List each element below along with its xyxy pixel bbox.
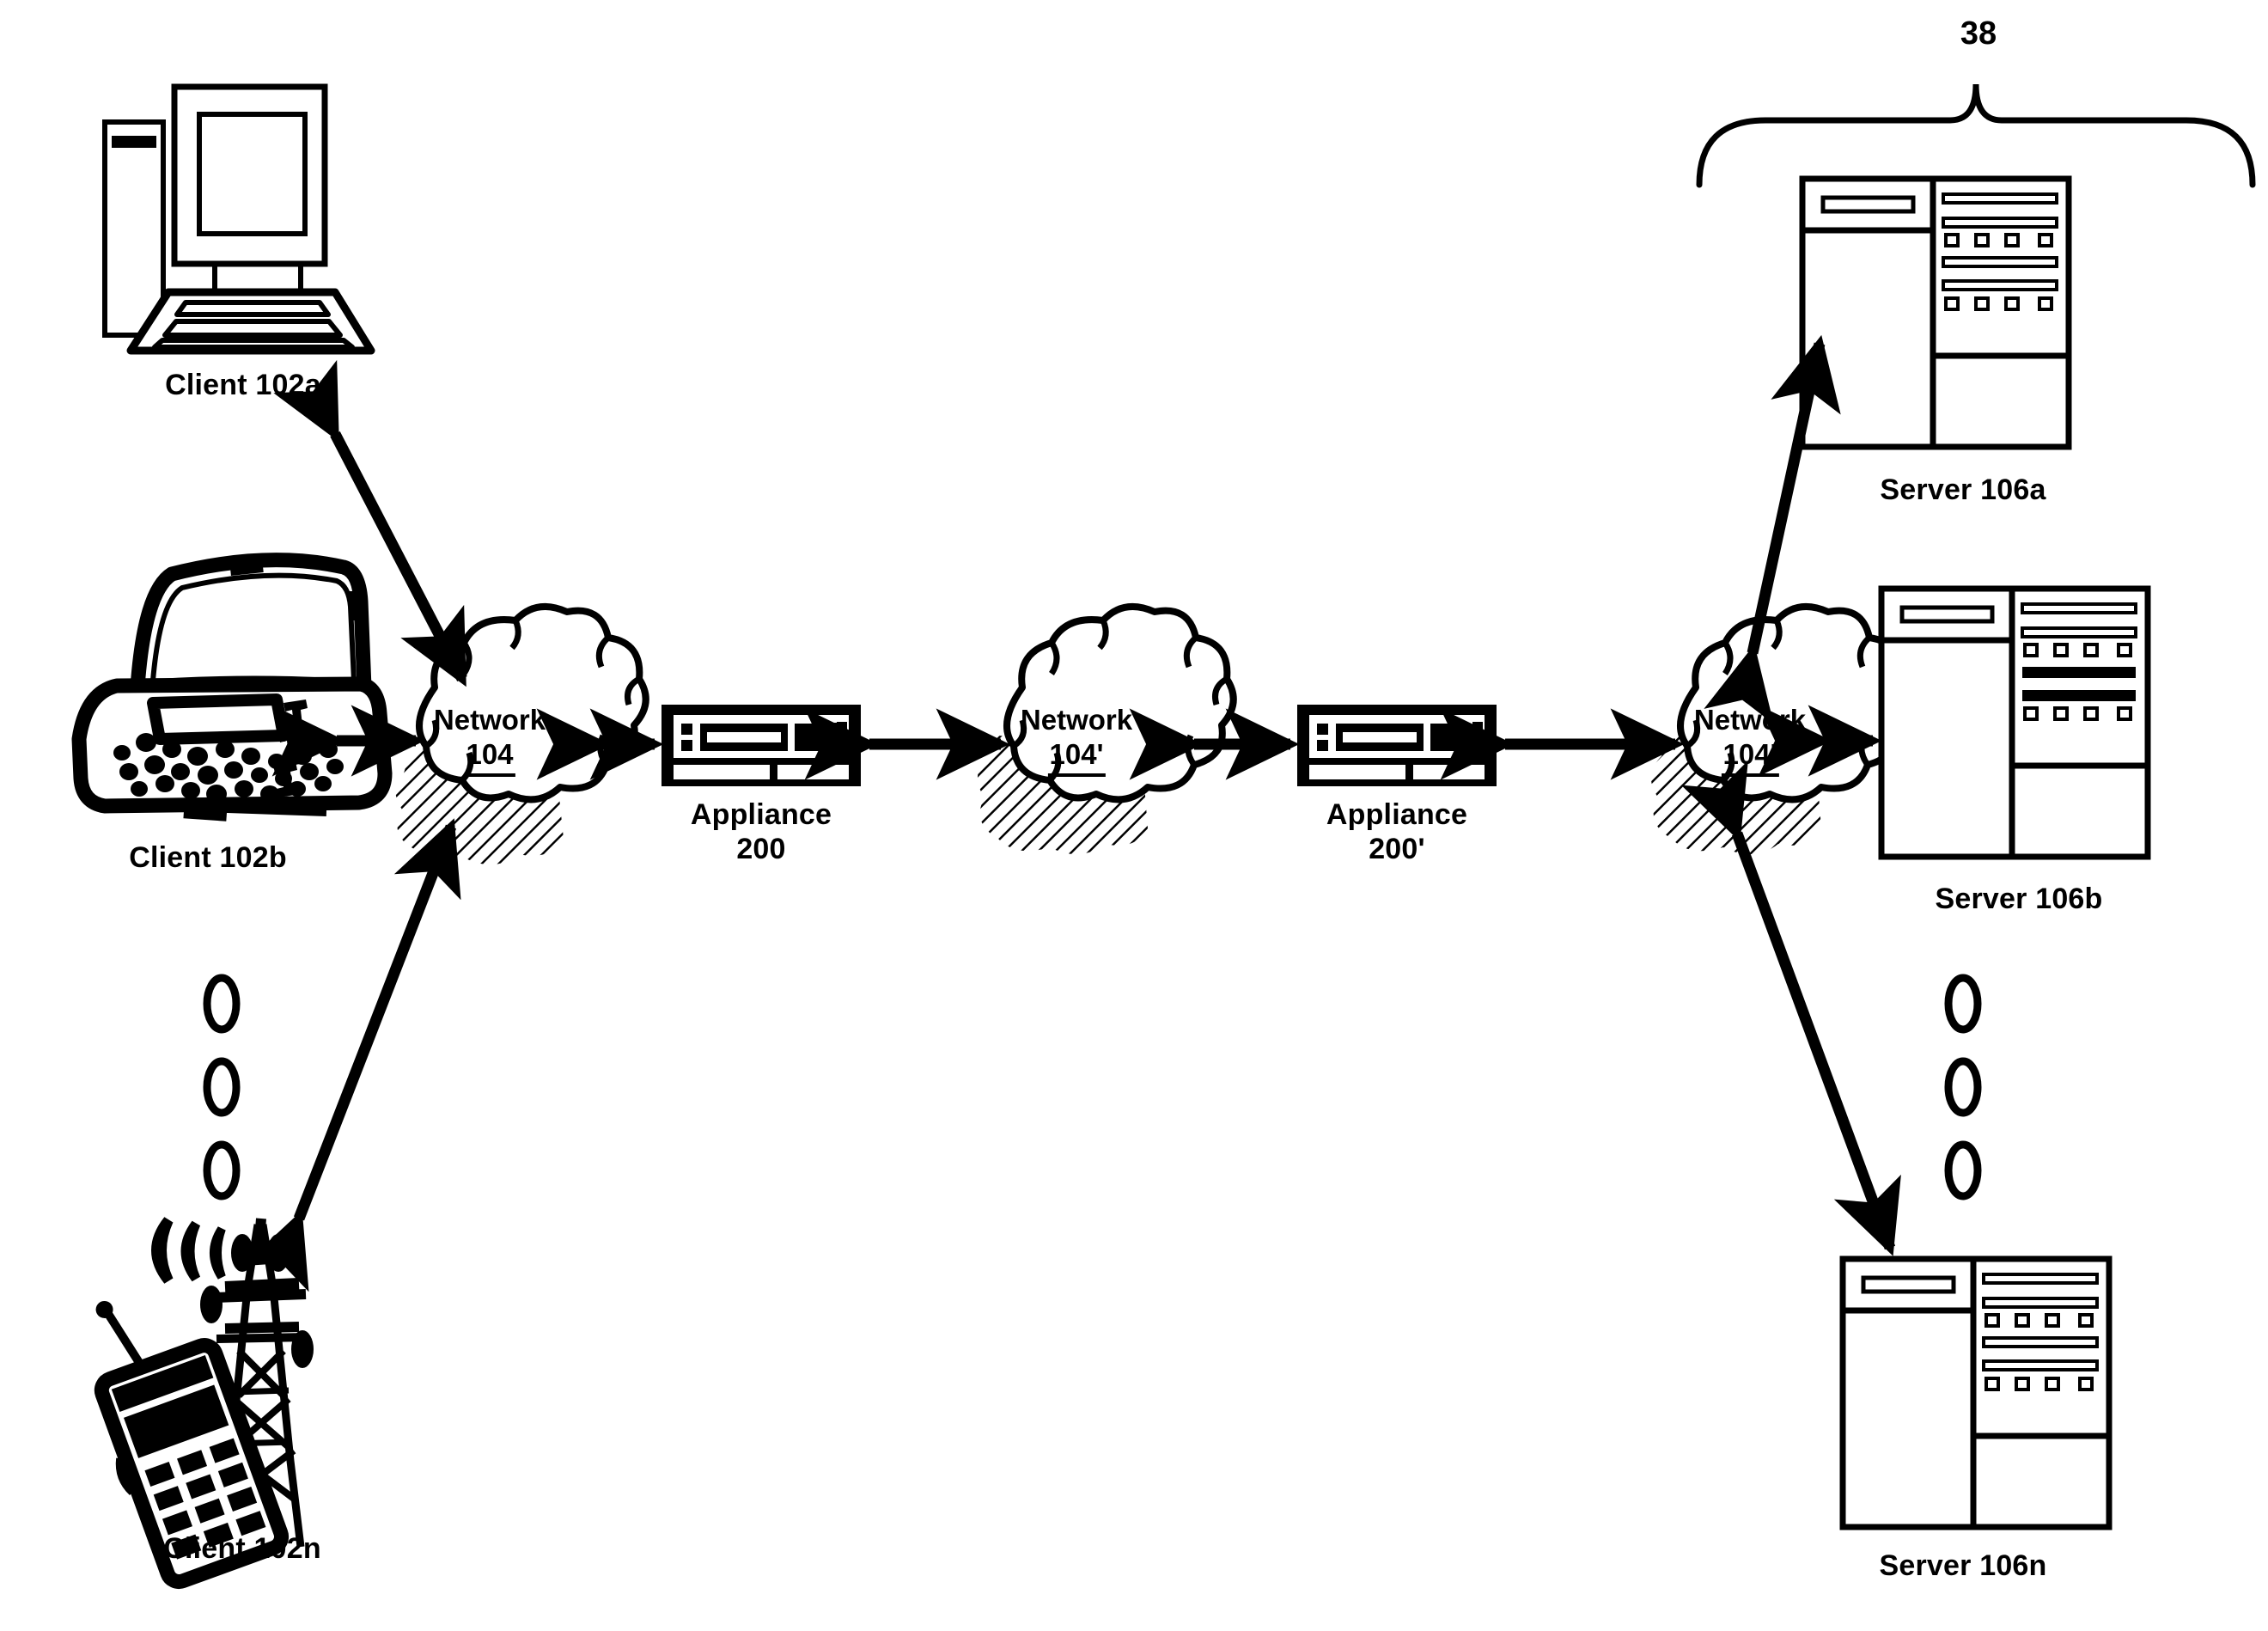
server-106b-label: Server 106b xyxy=(1935,883,2103,915)
server-rack-icon-106a xyxy=(1799,175,2072,450)
network-104-prime-right-title: Network xyxy=(1693,704,1807,736)
appliance-200-label-line1: Appliance xyxy=(690,798,832,831)
client-ellipsis xyxy=(203,974,241,1200)
appliance-200-prime-label: Appliance 200' xyxy=(1326,797,1467,866)
network-104-number: 104 xyxy=(464,737,515,777)
network-104-prime-middle-number: 104' xyxy=(1047,737,1106,777)
network-104-prime-right-label: Network 104' xyxy=(1694,703,1806,777)
network-104-label: Network 104 xyxy=(434,703,546,777)
network-104-prime-middle-title: Network xyxy=(1020,704,1133,736)
reference-numeral-38: 38 xyxy=(1960,15,1997,52)
appliance-device-200-prime xyxy=(1297,705,1497,786)
appliance-device-200 xyxy=(662,705,861,786)
laptop-computer-icon xyxy=(71,553,393,822)
network-104-prime-right-number: 104' xyxy=(1721,737,1779,777)
network-topology-diagram xyxy=(71,83,2256,1590)
appliance-200-prime-label-line1: Appliance xyxy=(1326,798,1468,831)
appliance-200-label: Appliance 200 xyxy=(691,797,832,866)
arrow-client-102n-network-104 xyxy=(241,818,461,1292)
server-106a-label: Server 106a xyxy=(1880,473,2046,506)
arrow-network-104-prime-right-server-106n xyxy=(1680,760,1901,1256)
network-104-title: Network xyxy=(433,704,546,736)
server-ellipsis xyxy=(1944,974,1982,1200)
appliance-200-prime-label-line2: 200' xyxy=(1369,833,1425,866)
server-rack-icon-106n xyxy=(1839,1255,2113,1530)
server-106n-label: Server 106n xyxy=(1879,1549,2047,1582)
figure-canvas: 38 Client 102a Client 102b Client 102n N… xyxy=(0,0,2268,1631)
server-group-brace xyxy=(1696,83,2256,188)
client-102a-label: Client 102a xyxy=(165,369,321,401)
network-104-prime-middle-label: Network 104' xyxy=(1021,703,1132,777)
desktop-computer-icon xyxy=(102,83,375,355)
client-102n-label: Client 102n xyxy=(163,1532,321,1565)
appliance-200-label-line2: 200 xyxy=(736,833,786,866)
client-102b-label: Client 102b xyxy=(129,841,287,874)
server-rack-icon-106b xyxy=(1878,585,2151,860)
